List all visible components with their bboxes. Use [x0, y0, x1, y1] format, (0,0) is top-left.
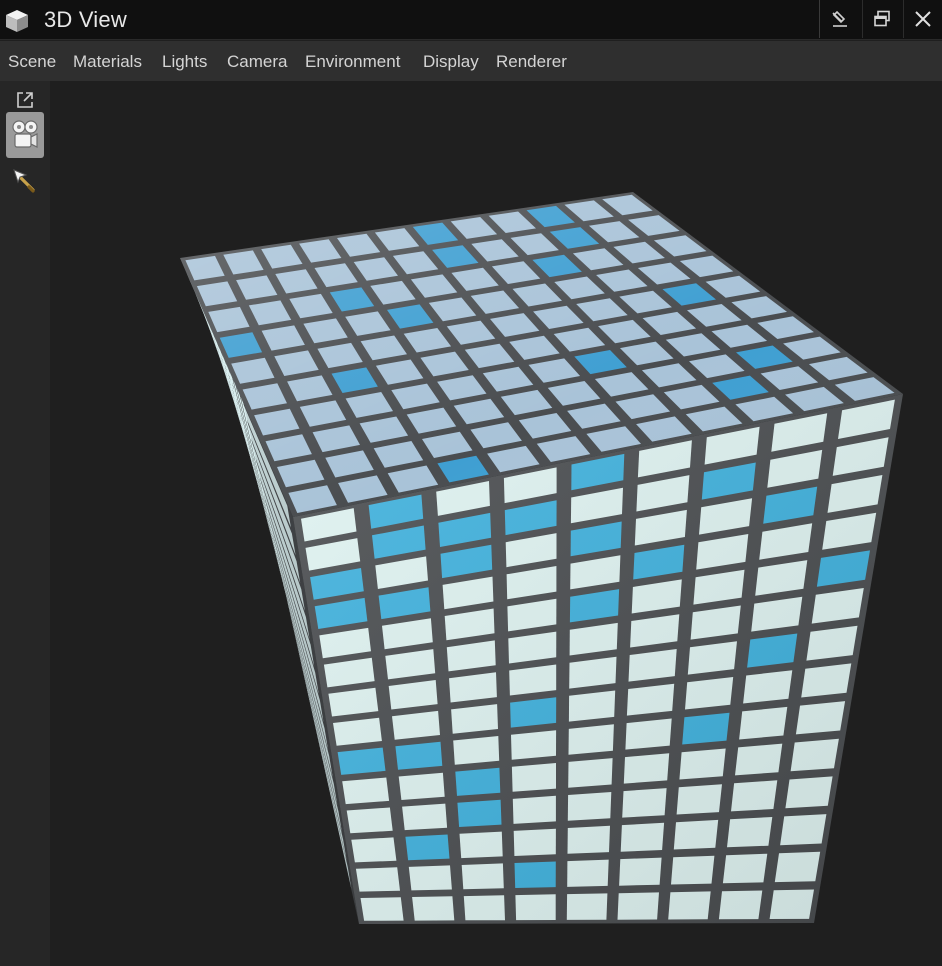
menu-lights[interactable]: Lights	[162, 52, 207, 72]
pin-button[interactable]	[819, 0, 860, 38]
pin-icon	[832, 10, 847, 27]
menu-materials[interactable]: Materials	[73, 52, 142, 72]
close-icon	[915, 11, 931, 27]
scene-canvas[interactable]	[50, 81, 942, 966]
viewport-3d[interactable]	[50, 81, 942, 966]
window-title: 3D View	[44, 7, 127, 32]
menu-renderer[interactable]: Renderer	[496, 52, 567, 72]
select-tool-button[interactable]	[6, 161, 44, 201]
external-link-icon	[17, 92, 33, 108]
viewport-toolbar	[0, 81, 50, 966]
menu-bar: Scene Materials Lights Camera Environmen…	[0, 41, 942, 81]
close-button[interactable]	[903, 0, 942, 38]
camera-icon	[12, 120, 38, 148]
menu-camera[interactable]: Camera	[227, 52, 287, 72]
popout-button[interactable]	[6, 85, 44, 115]
menu-environment[interactable]: Environment	[305, 52, 400, 72]
camera-tool-button[interactable]	[6, 112, 44, 158]
restore-icon	[874, 10, 890, 27]
tiled-cube[interactable]	[180, 192, 903, 924]
menu-scene[interactable]: Scene	[8, 52, 56, 72]
menu-display[interactable]: Display	[423, 52, 479, 72]
cube-icon	[6, 10, 28, 32]
pointer-icon	[13, 169, 35, 193]
title-bar: 3D View	[0, 0, 942, 40]
restore-button[interactable]	[862, 0, 901, 38]
